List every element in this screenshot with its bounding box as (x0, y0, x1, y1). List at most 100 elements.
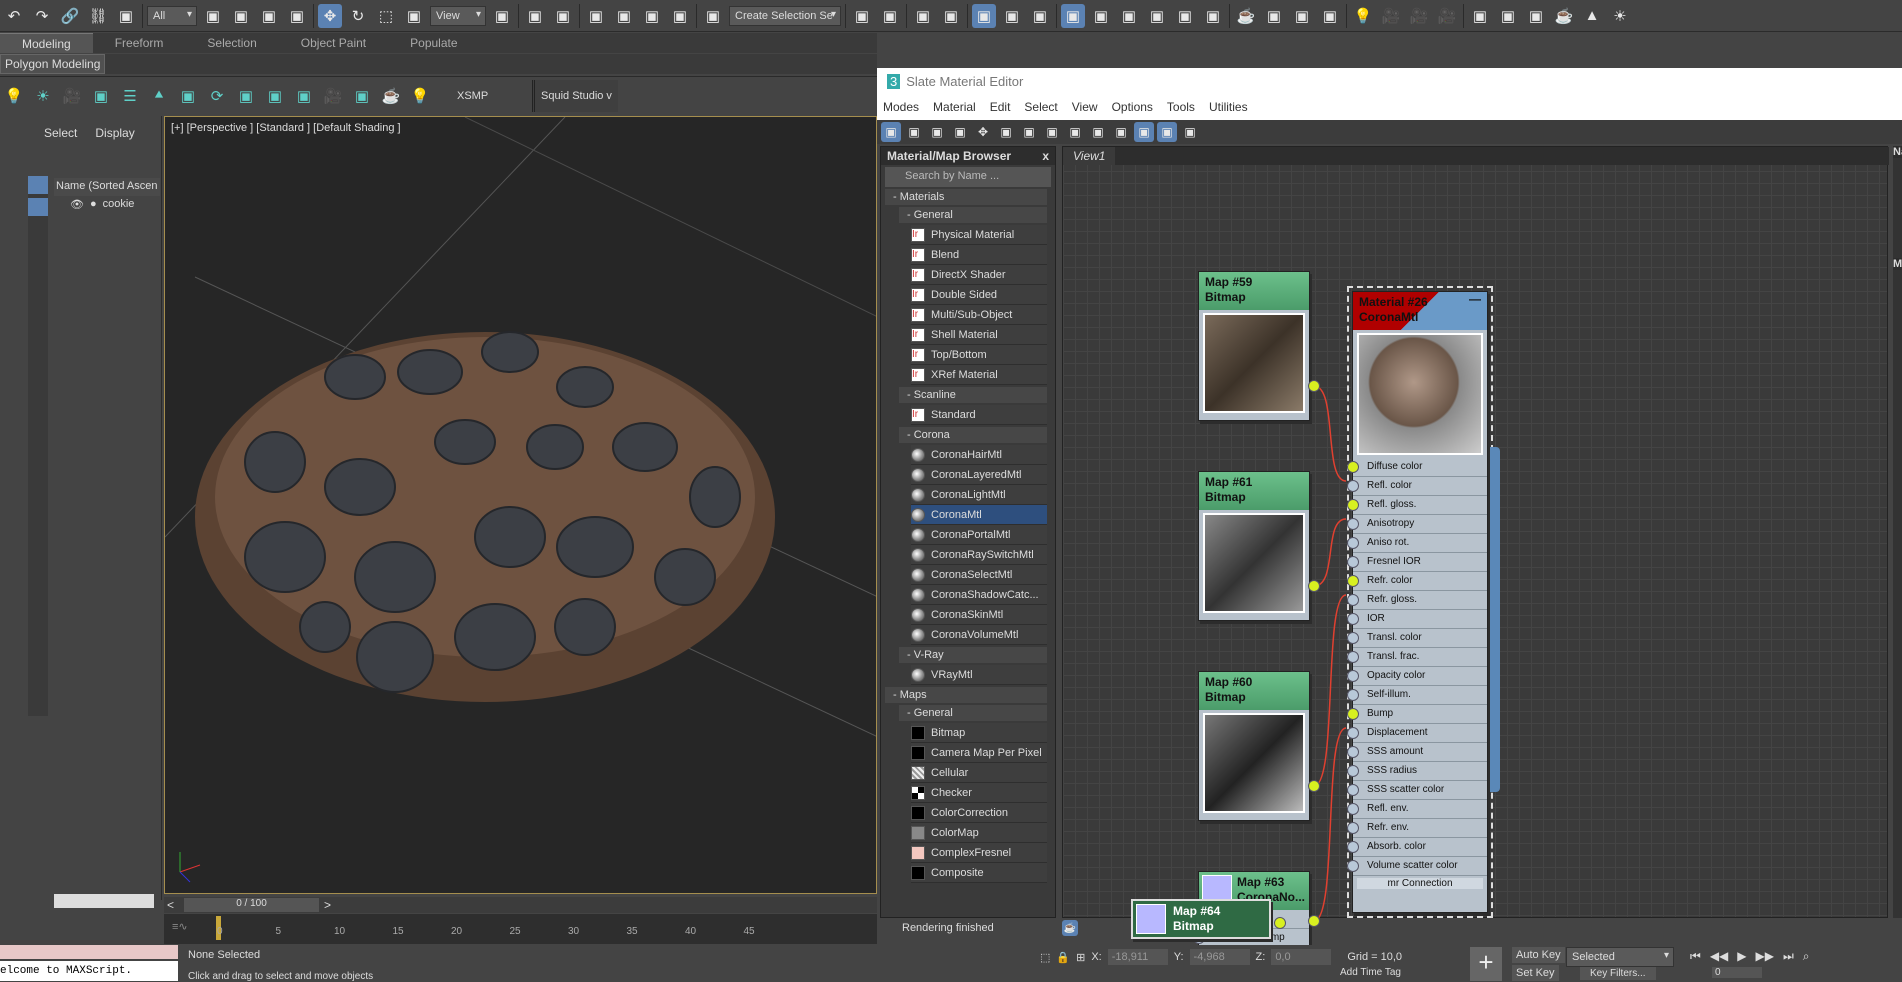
node-slot[interactable]: Anisotropy (1347, 515, 1487, 534)
input-port[interactable] (1347, 518, 1359, 530)
maps-group[interactable]: - Maps (885, 687, 1047, 703)
mr-connection-rollout[interactable]: mr Connection (1357, 878, 1483, 889)
curve-editor-mini-icon[interactable]: ≡∿ (172, 920, 188, 933)
render-production-icon[interactable]: ▣ (1145, 4, 1169, 28)
track-bar[interactable]: ≡∿ 0 5 10 15 20 25 30 35 40 45 (164, 914, 877, 944)
curve-editor-icon[interactable]: ▣ (1000, 4, 1024, 28)
zoom-icon[interactable]: ⌕ (1803, 949, 1810, 964)
align-icon[interactable]: ▣ (878, 4, 902, 28)
material-editor-icon[interactable]: ▣ (1262, 4, 1286, 28)
browser-item[interactable]: Cellular (911, 763, 1047, 783)
camera-3-icon[interactable]: 🎥 (1435, 4, 1459, 28)
polygon-modeling-button[interactable]: Polygon Modeling (0, 54, 106, 74)
browser-item[interactable]: CoronaSelectMtl (911, 565, 1047, 585)
mirror-up-icon[interactable]: ▣ (551, 4, 575, 28)
node-slot[interactable]: Volume scatter color (1347, 857, 1487, 876)
tab-selection[interactable]: Selection (185, 33, 278, 53)
input-port[interactable] (1347, 575, 1359, 587)
menu-options[interactable]: Options (1112, 100, 1153, 116)
current-frame-field[interactable]: 0 (1712, 967, 1762, 978)
node-slot[interactable]: Refr. color (1347, 572, 1487, 591)
node-slot[interactable]: Refr. env. (1347, 819, 1487, 838)
node-material[interactable]: Material #26 CoronaMtl — Diffuse color Refl.… (1347, 286, 1493, 918)
scale-icon[interactable]: ⬚ (374, 4, 398, 28)
move-icon[interactable]: ✥ (318, 3, 342, 28)
dope-sheet-icon[interactable]: ▣ (1028, 4, 1052, 28)
camera-2-icon[interactable]: 🎥 (1407, 4, 1431, 28)
squid-studio-button[interactable]: Squid Studio v (532, 79, 618, 112)
node-view[interactable]: View1 Map #59 Bitmap Map #61 Bitmap Map #60 B… (1062, 146, 1889, 959)
delete-icon[interactable]: ▣ (950, 122, 970, 142)
materials-group[interactable]: - Materials (885, 189, 1047, 205)
node-slot[interactable]: SSS scatter color (1347, 781, 1487, 800)
angle-snap-icon[interactable]: ▣ (612, 4, 636, 28)
menu-edit[interactable]: Edit (990, 100, 1011, 116)
browser-item[interactable]: Bitmap (911, 723, 1047, 743)
browser-item[interactable]: Camera Map Per Pixel (911, 743, 1047, 763)
eyedropper-icon[interactable]: ▣ (927, 122, 947, 142)
frame-icon[interactable]: ▣ (350, 84, 374, 108)
browser-item[interactable]: Composite (911, 863, 1047, 883)
tab-freeform[interactable]: Freeform (93, 33, 186, 53)
menu-tools[interactable]: Tools (1167, 100, 1195, 116)
snap-3d-icon[interactable]: ▣ (584, 4, 608, 28)
lay-out-all-icon[interactable]: ▣ (1088, 122, 1108, 142)
schematic-view-icon[interactable]: ▣ (1061, 3, 1085, 28)
plane-light-icon[interactable]: ▣ (1468, 4, 1492, 28)
input-port[interactable] (1347, 765, 1359, 777)
browser-item[interactable]: Checker (911, 783, 1047, 803)
menu-material[interactable]: Material (933, 100, 976, 116)
browser-item[interactable]: CoronaMtl (911, 505, 1047, 525)
light-icon[interactable]: 💡 (2, 84, 26, 108)
window-crossing-icon[interactable]: ▣ (285, 4, 309, 28)
teapot-icon[interactable]: ☕ (1234, 4, 1258, 28)
input-port[interactable] (1347, 841, 1359, 853)
mirror-icon[interactable]: ▣ (850, 4, 874, 28)
browser-item[interactable]: Ir DirectX Shader (911, 265, 1047, 285)
node-slot[interactable]: Refr. gloss. (1347, 591, 1487, 610)
browser-item[interactable]: VRayMtl (911, 665, 1047, 685)
lock-icon[interactable]: 🔒 (1056, 951, 1070, 964)
horizontal-scrollbar[interactable] (54, 894, 154, 908)
set-key-big-icon[interactable]: + (1470, 947, 1502, 981)
node-slot[interactable]: Bump (1347, 705, 1487, 724)
input-port[interactable] (1347, 594, 1359, 606)
set-key-button[interactable]: Set Key (1512, 965, 1559, 981)
selection-filter-dropdown[interactable]: All (147, 5, 197, 26)
sun-icon[interactable]: ☀ (1608, 4, 1632, 28)
render-window-icon[interactable]: ▣ (1290, 4, 1314, 28)
maxscript-output[interactable]: elcome to MAXScript. (0, 961, 178, 981)
input-port[interactable] (1347, 746, 1359, 758)
render-icon[interactable]: ▣ (292, 84, 316, 108)
browser-item[interactable]: CoronaPortalMtl (911, 525, 1047, 545)
browser-item[interactable]: ComplexFresnel (911, 843, 1047, 863)
eye-icon[interactable]: 👁 (70, 198, 84, 211)
lay-out-children-icon[interactable]: ▣ (1111, 122, 1131, 142)
select-by-name-icon[interactable]: ▣ (229, 4, 253, 28)
camera-icon[interactable]: 🎥 (60, 84, 84, 108)
tab-object-paint[interactable]: Object Paint (279, 33, 388, 53)
dome-light-icon[interactable]: ▣ (1496, 4, 1520, 28)
render-cloud-icon[interactable]: ▣ (1173, 4, 1197, 28)
placement-icon[interactable]: ▣ (402, 4, 426, 28)
redo-icon[interactable]: ↷ (30, 4, 54, 28)
browser-item[interactable]: CoronaVolumeMtl (911, 625, 1047, 645)
input-port[interactable] (1347, 461, 1359, 473)
input-port[interactable] (1347, 537, 1359, 549)
select-by-material-icon[interactable]: ▣ (1180, 122, 1200, 142)
browser-item[interactable]: Ir Blend (911, 245, 1047, 265)
cone-icon[interactable]: ▲ (1580, 4, 1604, 28)
browser-item[interactable]: Ir Top/Bottom (911, 345, 1047, 365)
go-end-icon[interactable]: ⏭ (1783, 949, 1794, 964)
input-port[interactable] (1347, 499, 1359, 511)
prev-frame-button[interactable]: < (167, 898, 174, 912)
teapot-icon[interactable]: ☕ (379, 84, 403, 108)
next-key-icon[interactable]: ▶▶ (1756, 949, 1774, 964)
toggle-browser-icon[interactable]: ▣ (1134, 122, 1154, 142)
percent-snap-icon[interactable]: ▣ (640, 4, 664, 28)
browser-item[interactable]: Ir Multi/Sub-Object (911, 305, 1047, 325)
tab-populate[interactable]: Populate (388, 33, 479, 53)
menu-modes[interactable]: Modes (883, 100, 919, 116)
menu-view[interactable]: View (1072, 100, 1098, 116)
node-slot[interactable]: Aniso rot. (1347, 534, 1487, 553)
